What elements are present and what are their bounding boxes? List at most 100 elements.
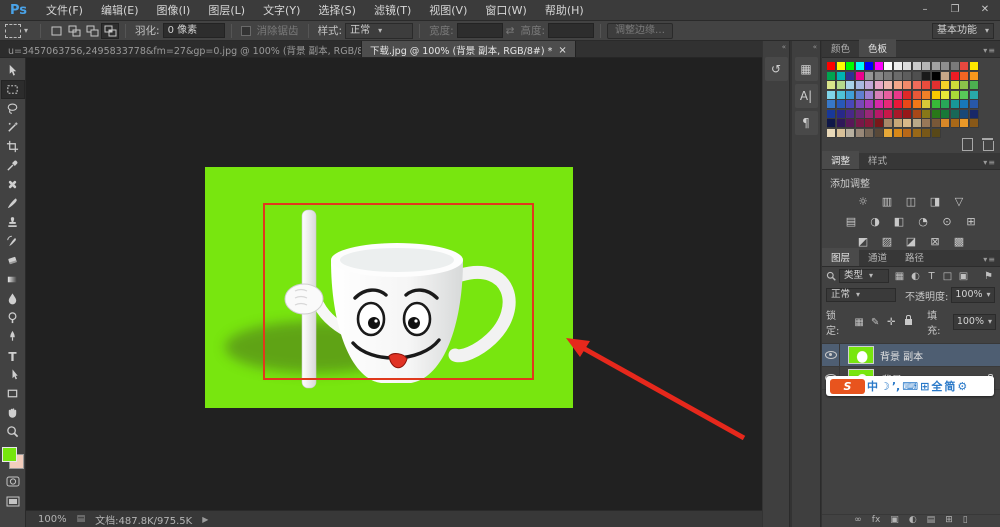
color-swatch[interactable] <box>846 100 855 109</box>
new-layer-icon[interactable]: ⊞ <box>945 515 953 525</box>
color-swatch[interactable] <box>827 100 836 109</box>
width-input[interactable] <box>457 23 503 38</box>
color-swatch[interactable] <box>913 62 922 71</box>
color-swatch[interactable] <box>846 62 855 71</box>
tool-button[interactable]: T <box>1 346 25 365</box>
curves-icon[interactable]: ◫ <box>903 195 920 209</box>
color-swatch[interactable] <box>837 100 846 109</box>
collapse-dock-icon[interactable]: « <box>763 41 789 54</box>
tool-button[interactable] <box>1 270 25 289</box>
refine-edge-button[interactable]: 调整边缘… <box>607 23 673 39</box>
trash-icon[interactable] <box>983 141 994 151</box>
intersect-selection-icon[interactable] <box>101 23 119 39</box>
color-swatch[interactable] <box>960 110 969 119</box>
color-swatch[interactable] <box>837 81 846 90</box>
menu-item[interactable]: 文字(Y) <box>254 2 309 18</box>
panel-tab[interactable]: 样式 <box>859 151 896 169</box>
exposure-icon[interactable]: ◨ <box>927 195 944 209</box>
color-swatch[interactable] <box>903 129 912 138</box>
tool-button[interactable] <box>1 99 25 118</box>
menu-item[interactable]: 滤镜(T) <box>365 2 420 18</box>
color-swatch[interactable] <box>884 81 893 90</box>
color-swatch[interactable] <box>903 91 912 100</box>
color-swatch[interactable] <box>856 100 865 109</box>
color-swatch[interactable] <box>960 119 969 128</box>
color-swatch[interactable] <box>941 91 950 100</box>
color-swatch[interactable] <box>951 119 960 128</box>
workspace-switcher[interactable]: 基本功能 ▾ <box>932 23 994 39</box>
color-swatch[interactable] <box>922 62 931 71</box>
add-selection-icon[interactable] <box>65 23 83 39</box>
color-swatch[interactable] <box>875 81 884 90</box>
menu-item[interactable]: 编辑(E) <box>92 2 148 18</box>
tool-button[interactable] <box>1 384 25 403</box>
color-swatch[interactable] <box>922 119 931 128</box>
color-swatch[interactable] <box>903 81 912 90</box>
panel-tab[interactable]: 调整 <box>822 151 859 169</box>
tool-button[interactable] <box>1 422 25 441</box>
filter-toggle-icon[interactable]: ⚑ <box>981 270 996 283</box>
subtract-selection-icon[interactable] <box>83 23 101 39</box>
close-button[interactable]: ✕ <box>970 0 1000 20</box>
color-swatch[interactable] <box>894 81 903 90</box>
color-swatch[interactable] <box>865 91 874 100</box>
color-swatch[interactable] <box>941 62 950 71</box>
color-swatch[interactable] <box>913 129 922 138</box>
color-swatch[interactable] <box>837 91 846 100</box>
color-swatch[interactable] <box>846 91 855 100</box>
quick-mask-button[interactable] <box>1 473 25 489</box>
color-swatch[interactable] <box>856 129 865 138</box>
color-swatch[interactable] <box>903 119 912 128</box>
tool-button[interactable] <box>1 118 25 137</box>
color-swatch[interactable] <box>960 62 969 71</box>
color-swatch[interactable] <box>837 119 846 128</box>
swap-dimensions-icon[interactable]: ⇄ <box>506 25 515 37</box>
panel-menu-icon[interactable]: ▾≡ <box>983 46 1000 57</box>
filter-smart-object-icon[interactable]: ▣ <box>956 270 971 283</box>
color-swatch[interactable] <box>846 72 855 81</box>
color-swatch[interactable] <box>875 119 884 128</box>
color-swatch[interactable] <box>913 119 922 128</box>
color-swatch[interactable] <box>922 81 931 90</box>
color-swatch[interactable] <box>837 72 846 81</box>
color-swatch[interactable] <box>941 100 950 109</box>
tool-preset-picker[interactable]: ▾ <box>5 24 28 38</box>
color-swatch[interactable] <box>894 129 903 138</box>
color-swatch[interactable] <box>875 91 884 100</box>
color-swatch[interactable] <box>846 110 855 119</box>
color-swatch[interactable] <box>903 62 912 71</box>
height-input[interactable] <box>548 23 594 38</box>
color-swatch[interactable] <box>932 129 941 138</box>
color-swatch[interactable] <box>922 129 931 138</box>
color-swatch[interactable] <box>922 91 931 100</box>
menu-item[interactable]: 窗口(W) <box>476 2 535 18</box>
color-swatch[interactable] <box>827 110 836 119</box>
color-swatch[interactable] <box>941 81 950 90</box>
color-swatch[interactable] <box>970 91 979 100</box>
dock-panel-button[interactable]: ¶ <box>795 111 818 135</box>
brightness-contrast-icon[interactable]: ☼ <box>855 195 872 209</box>
tool-button[interactable] <box>1 289 25 308</box>
menu-item[interactable]: 图像(I) <box>148 2 200 18</box>
color-balance-icon[interactable]: ◑ <box>867 215 884 229</box>
panel-tab[interactable]: 颜色 <box>822 39 859 57</box>
color-swatch[interactable] <box>827 119 836 128</box>
color-swatch[interactable] <box>894 62 903 71</box>
document-canvas[interactable] <box>205 167 573 408</box>
opacity-input[interactable]: 100% ▾ <box>951 287 994 303</box>
color-swatch[interactable] <box>932 72 941 81</box>
style-dropdown[interactable]: 正常 ▾ <box>345 23 413 39</box>
new-group-icon[interactable]: ▤ <box>927 515 936 525</box>
color-swatch[interactable] <box>865 119 874 128</box>
color-swatch[interactable] <box>856 119 865 128</box>
lock-all-icon[interactable] <box>902 316 917 329</box>
color-swatch[interactable] <box>951 81 960 90</box>
tool-button[interactable] <box>1 365 25 384</box>
color-swatch[interactable] <box>884 72 893 81</box>
color-swatch[interactable] <box>884 62 893 71</box>
hue-saturation-icon[interactable]: ▤ <box>843 215 860 229</box>
color-swatch[interactable] <box>875 129 884 138</box>
color-swatch[interactable] <box>894 100 903 109</box>
add-layer-mask-icon[interactable]: ▣ <box>890 515 899 525</box>
lock-position-icon[interactable]: ✛ <box>884 316 899 329</box>
